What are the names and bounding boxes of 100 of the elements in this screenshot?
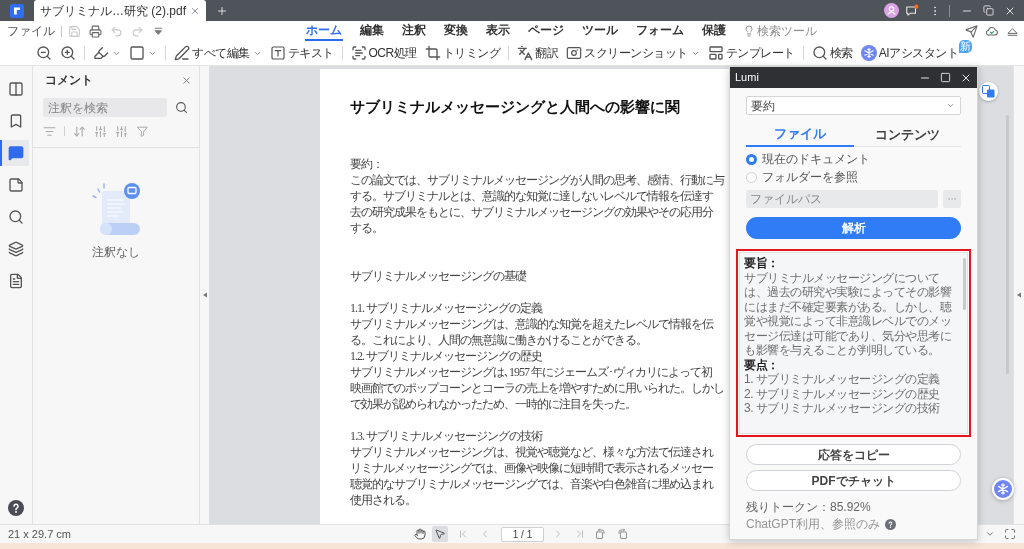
ribbon-tab[interactable]: 注釈 bbox=[401, 21, 427, 41]
paragraph-line: この論文では、サブリミナルメッセージングが人間の思考、感情、行動に与 bbox=[350, 172, 724, 188]
paragraph-line: る。これにより、人間の無意識に働きかけることができる。 bbox=[350, 332, 647, 348]
screenshot-button[interactable]: スクリーンショット bbox=[566, 44, 700, 62]
ribbon-tab[interactable]: ツール bbox=[581, 21, 619, 41]
page-size-text: 21 x 29.7 cm bbox=[8, 527, 71, 540]
collapse-arrow-icon[interactable] bbox=[201, 292, 208, 298]
rectangle-icon bbox=[129, 45, 145, 61]
camera-icon bbox=[566, 45, 583, 61]
zoom-in-button[interactable] bbox=[60, 45, 76, 61]
highlighter-icon bbox=[93, 45, 109, 61]
crop-button[interactable]: トリミング bbox=[424, 44, 501, 62]
result-heading: 要旨： bbox=[744, 256, 779, 271]
maximize-icon[interactable] bbox=[940, 72, 951, 83]
document-title: サブリミナルメッセージングと人間への影響に関 bbox=[350, 98, 680, 117]
translate-icon bbox=[517, 45, 534, 61]
document-tab[interactable]: サブリミナル…研究 (2).pdf bbox=[34, 0, 206, 21]
rotate-left-icon[interactable] bbox=[594, 528, 606, 540]
message-icon[interactable] bbox=[905, 3, 919, 18]
radio-button[interactable] bbox=[746, 153, 757, 165]
help-icon[interactable] bbox=[885, 519, 896, 530]
search-field[interactable]: 注釈を検索 bbox=[43, 98, 167, 117]
lightbulb-icon bbox=[743, 25, 755, 37]
zoom-in-icon bbox=[60, 45, 76, 61]
assistant-button[interactable]: AIアシスタント bbox=[860, 44, 958, 62]
search-icon bbox=[811, 45, 828, 61]
section-heading: 1.2. サブリミナルメッセージングの歴史 bbox=[350, 348, 542, 364]
app-logo-icon bbox=[10, 3, 24, 18]
ribbon-tab[interactable]: 表示 bbox=[485, 21, 511, 41]
cloud-check-icon[interactable] bbox=[985, 24, 999, 38]
ribbon-tab[interactable]: 編集 bbox=[359, 21, 385, 41]
ocr-button[interactable]: OCR処理 bbox=[350, 44, 417, 62]
paragraph-line: サブリミナルメッセージングは、意識的な知覚を超えたレベルで情報を伝 bbox=[350, 316, 713, 332]
paragraph-line: 映画館でのポップコーンとコーラの売上を増やすために用いられた。しかし bbox=[350, 380, 724, 396]
scan-text-icon bbox=[350, 45, 367, 61]
paragraph-line: リミナルメッセージングでは、画像や映像に短時間で表示されるメッセー bbox=[350, 460, 713, 476]
layers-icon bbox=[7, 241, 24, 257]
collapse-arrow-icon[interactable] bbox=[1016, 292, 1022, 298]
rotate-right-icon[interactable] bbox=[617, 528, 629, 540]
crop-icon bbox=[424, 45, 441, 61]
panel-tab[interactable]: コンテンツ bbox=[853, 123, 961, 147]
zoom-out-button[interactable] bbox=[36, 45, 52, 61]
mode-select[interactable]: 要約 bbox=[746, 96, 961, 115]
action-button[interactable]: PDFでチャット bbox=[746, 470, 961, 491]
action-button[interactable]: 応答をコピー bbox=[746, 444, 961, 465]
ribbon-tab[interactable]: 保護 bbox=[701, 21, 727, 41]
send-icon[interactable] bbox=[965, 24, 978, 38]
ribbon-tab[interactable]: 変換 bbox=[443, 21, 469, 41]
rectangle-button[interactable] bbox=[129, 45, 157, 61]
tool-button[interactable] bbox=[432, 526, 448, 542]
key-point-text: 3. サブリミナルメッセージングの技術 bbox=[744, 401, 940, 416]
search-icon bbox=[7, 209, 24, 225]
search-icon[interactable] bbox=[175, 101, 188, 114]
panel-title: コメント bbox=[45, 72, 93, 89]
section-heading: 1.3. サブリミナルメッセージングの技術 bbox=[350, 428, 542, 444]
sliders-icon[interactable] bbox=[94, 124, 107, 138]
section-heading: 1.1. サブリミナルメッセージングの定義 bbox=[350, 300, 542, 316]
ribbon-tab[interactable]: ページ bbox=[527, 21, 565, 41]
search-button[interactable]: 検索 bbox=[811, 44, 853, 62]
paragraph-line: サブリミナルメッセージングは、視覚や聴覚など、様々な方法で伝達され bbox=[350, 444, 713, 460]
ribbon-tab[interactable]: フォーム bbox=[635, 21, 685, 41]
template-button[interactable]: テンプレート bbox=[707, 44, 795, 62]
fullscreen-icon[interactable] bbox=[1004, 528, 1016, 540]
sliders-icon[interactable] bbox=[115, 124, 128, 138]
text-box-icon bbox=[269, 45, 286, 61]
radio-label: フォルダーを参照 bbox=[762, 169, 858, 186]
page-icon bbox=[7, 177, 24, 193]
highlighter-button[interactable] bbox=[93, 45, 121, 61]
text-button[interactable]: テキスト bbox=[269, 44, 334, 62]
key-point-text: 1. サブリミナルメッセージングの定義 bbox=[744, 372, 940, 387]
tool-button[interactable] bbox=[412, 526, 428, 542]
caret-icon[interactable] bbox=[985, 529, 995, 539]
paragraph-line: 聴覚的なサブリミナルメッセージングでは、音楽や白色雑音に埋め込まれ bbox=[350, 476, 713, 492]
plus-icon[interactable] bbox=[216, 4, 228, 17]
list-icon[interactable] bbox=[43, 124, 56, 138]
filter-icon[interactable] bbox=[136, 124, 149, 138]
document-icon bbox=[7, 273, 24, 289]
token-usage-text: 残りトークン：85.92% bbox=[746, 500, 872, 515]
edit-all-button[interactable]: すべて編集 bbox=[174, 44, 262, 62]
help-icon[interactable] bbox=[7, 500, 24, 516]
print-icon[interactable] bbox=[89, 24, 102, 38]
paragraph-line: 使用される。 bbox=[350, 492, 416, 508]
snowflake-icon bbox=[860, 45, 877, 61]
translate-button[interactable]: 翻訳 bbox=[517, 44, 559, 62]
radio-label: 現在のドキュメント bbox=[762, 151, 870, 168]
comment-icon bbox=[7, 145, 24, 161]
rail-button[interactable] bbox=[0, 140, 29, 166]
new-badge: 新 bbox=[959, 40, 972, 53]
window-title: Lumi bbox=[735, 70, 759, 86]
two-columns-icon bbox=[7, 81, 24, 97]
caret-icon bbox=[946, 101, 955, 110]
analyze-button[interactable]: 解析 bbox=[746, 217, 961, 239]
file-menu[interactable]: ファイル bbox=[7, 23, 55, 39]
avatar-icon[interactable] bbox=[884, 3, 899, 18]
page-number-field[interactable]: 1 / 1 bbox=[501, 526, 544, 542]
panel-tab[interactable]: ファイル bbox=[746, 123, 854, 147]
paragraph-line: する。サブリミナルとは、意識的な知覚に達しないレベルで情報を伝達す bbox=[350, 188, 713, 204]
restore-icon[interactable] bbox=[983, 5, 994, 16]
paragraph-line: 去の研究成果をもとに、サブリミナルメッセージングの効果やその応用分 bbox=[350, 204, 713, 220]
sort-icon[interactable] bbox=[73, 124, 86, 138]
